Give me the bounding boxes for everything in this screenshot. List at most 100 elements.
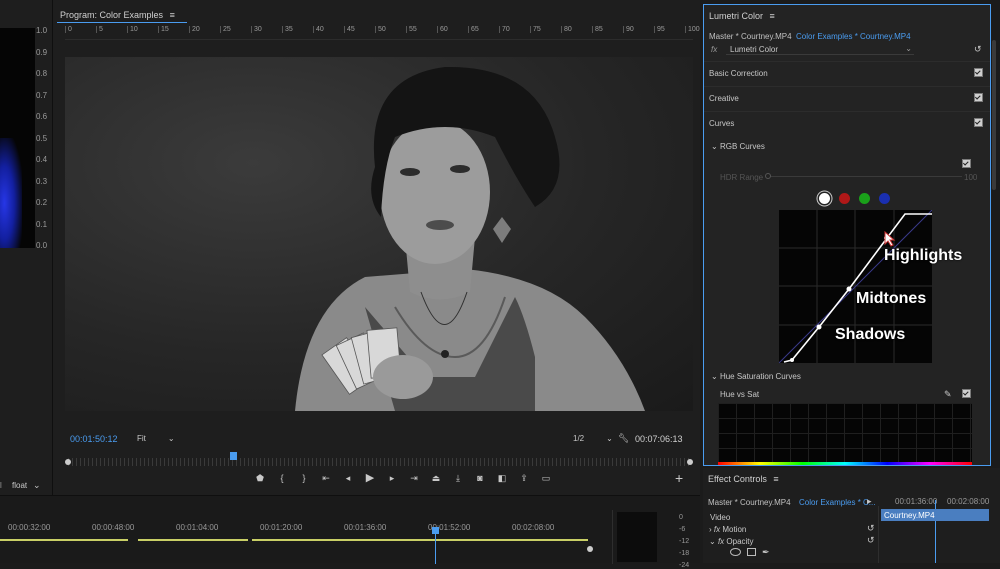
lumetri-title[interactable]: Lumetri Color ≡ <box>709 11 775 21</box>
chevron-down-icon: ⌄ <box>711 142 718 151</box>
effect-controls-title[interactable]: Effect Controls ≡ <box>708 474 779 484</box>
lumetri-panel: Lumetri Color ≡ Master * Courtney.MP4 Co… <box>703 4 991 466</box>
timeline-end-handle[interactable] <box>587 546 593 552</box>
ruler-tick: 65 <box>468 26 479 33</box>
fx-badge: fx <box>711 45 718 54</box>
ruler-tick: 95 <box>654 26 665 33</box>
marker-icon[interactable]: ⬟ <box>253 472 267 486</box>
timecode-current[interactable]: 00:01:50:12 <box>70 434 118 444</box>
hue-vs-sat-checkbox[interactable] <box>962 389 971 398</box>
hamburger-icon[interactable]: ≡ <box>773 474 778 484</box>
section-curves[interactable]: Curves <box>704 111 990 135</box>
in-point-icon[interactable]: { <box>275 472 289 486</box>
ruler-tick: 5 <box>96 26 103 33</box>
scope-mode[interactable]: float <box>12 481 27 490</box>
hdr-slider-knob[interactable] <box>765 173 771 179</box>
timeline-time-label: 00:02:08:00 <box>512 523 555 532</box>
track-segment[interactable] <box>0 539 128 541</box>
hue-vs-sat-graph[interactable] <box>718 403 972 465</box>
program-ruler[interactable]: 0 5 10 15 20 25 30 35 40 45 50 55 60 65 70 75 80 85 90 95 10… <box>65 26 700 40</box>
reset-icon[interactable]: ↺ <box>974 43 982 55</box>
export-frame-icon[interactable]: ◙ <box>473 472 487 486</box>
timeline-panel: 00:00:32:00 00:00:48:00 00:01:04:00 00:01:2… <box>0 495 700 569</box>
ruler-tick: 40 <box>313 26 324 33</box>
play-icon[interactable]: ▶ <box>363 472 377 486</box>
out-point-icon[interactable]: } <box>297 472 311 486</box>
meter-label: -24 <box>679 562 690 569</box>
track-segment[interactable] <box>138 539 248 541</box>
chevron-down-icon[interactable]: ⌄ <box>33 479 41 491</box>
hamburger-icon[interactable]: ≡ <box>170 10 175 20</box>
timeline-playhead-head[interactable] <box>432 527 439 534</box>
hdr-range-slider[interactable] <box>765 173 962 179</box>
scope-scale-label: 0.4 <box>36 155 48 164</box>
ruler-tick: 45 <box>344 26 355 33</box>
shadows-label: Shadows <box>835 326 906 343</box>
ec-opacity-row[interactable]: ⌄ fx Opacity <box>709 537 754 546</box>
effect-dropdown[interactable]: Lumetri Color ⌄ <box>726 43 914 55</box>
timeline-time-label: 00:01:20:00 <box>260 523 303 532</box>
wrench-icon[interactable]: 🔧︎ <box>618 432 629 444</box>
hue-sat-curves-header[interactable]: ⌄ Hue Saturation Curves <box>711 372 801 381</box>
hamburger-icon[interactable]: ≡ <box>770 11 775 21</box>
section-basic-correction[interactable]: Basic Correction <box>704 61 990 85</box>
section-creative[interactable]: Creative <box>704 86 990 110</box>
insert-icon[interactable]: ⇪ <box>517 472 531 486</box>
playhead[interactable] <box>229 452 237 460</box>
chevron-down-icon: ⌄ <box>606 434 613 443</box>
curve-point-end <box>790 358 794 362</box>
ec-divider <box>878 506 879 563</box>
track-segment[interactable] <box>252 539 588 541</box>
scope-scale-label: 0.1 <box>36 219 48 229</box>
caption-icon[interactable]: ▭ <box>539 472 553 486</box>
pen-mask-icon[interactable]: ✒ <box>762 548 770 557</box>
extract-icon[interactable]: ⤓ <box>451 472 465 486</box>
ruler-tick: 70 <box>499 26 510 33</box>
video-frame[interactable] <box>65 57 693 411</box>
sequence-clip-tab[interactable]: Color Examples * Courtney.MP4 <box>796 32 911 41</box>
red-channel-button[interactable] <box>839 193 850 204</box>
add-button[interactable]: + <box>675 471 683 485</box>
curve-point-shadows <box>816 324 822 330</box>
resolution-dropdown[interactable]: 1/2 ⌄ <box>573 434 613 443</box>
rectangle-mask-icon[interactable] <box>747 548 756 556</box>
blue-channel-button[interactable] <box>879 193 890 204</box>
step-back-icon[interactable]: ◂ <box>341 472 355 486</box>
section-label: Curves <box>709 119 735 128</box>
master-clip-tab[interactable]: Master * Courtney.MP4 <box>709 32 792 41</box>
eyedropper-icon[interactable]: ✎ <box>944 388 952 400</box>
go-to-out-icon[interactable]: ⇥ <box>407 472 421 486</box>
ec-motion-row[interactable]: › fx Motion <box>709 525 746 534</box>
meter-label: 0 <box>679 514 683 521</box>
play-only-icon[interactable]: ▸ <box>867 495 872 507</box>
reset-icon[interactable]: ↺ <box>867 522 875 534</box>
reset-icon[interactable]: ↺ <box>867 534 875 546</box>
section-checkbox[interactable] <box>974 93 983 102</box>
rgb-curves-header[interactable]: ⌄ RGB Curves <box>711 142 765 151</box>
ec-video-label: Video <box>710 513 731 522</box>
ellipse-mask-icon[interactable] <box>730 548 741 556</box>
scrub-bar[interactable] <box>65 452 693 466</box>
scope-display <box>0 28 35 248</box>
section-checkbox[interactable] <box>974 118 983 127</box>
green-channel-button[interactable] <box>859 193 870 204</box>
white-channel-button[interactable] <box>819 193 830 204</box>
meter-bars <box>617 512 657 562</box>
lumetri-scrollbar[interactable] <box>992 40 996 190</box>
scrub-end-handle[interactable] <box>687 459 693 465</box>
lift-icon[interactable]: ⏏ <box>429 472 443 486</box>
scrub-start-handle[interactable] <box>65 459 71 465</box>
timeline-playhead[interactable] <box>432 527 439 564</box>
hdr-checkbox[interactable] <box>962 159 971 168</box>
ec-clip-bar[interactable]: Courtney.MP4 <box>881 509 989 521</box>
go-to-in-icon[interactable]: ⇤ <box>319 472 333 486</box>
scope-scale-label: 0.2 <box>36 198 48 207</box>
fit-dropdown[interactable]: Fit ⌄ <box>137 434 175 443</box>
section-checkbox[interactable] <box>974 68 983 77</box>
compare-icon[interactable]: ◧ <box>495 472 509 486</box>
ec-clip-tab[interactable]: Color Examples * C... <box>799 498 875 507</box>
step-forward-icon[interactable]: ▸ <box>385 472 399 486</box>
program-title[interactable]: Program: Color Examples ≡ <box>60 10 175 20</box>
rgb-curve-graph[interactable]: Highlights Midtones Shadows <box>778 209 962 364</box>
ec-master-tab[interactable]: Master * Courtney.MP4 <box>708 498 791 507</box>
